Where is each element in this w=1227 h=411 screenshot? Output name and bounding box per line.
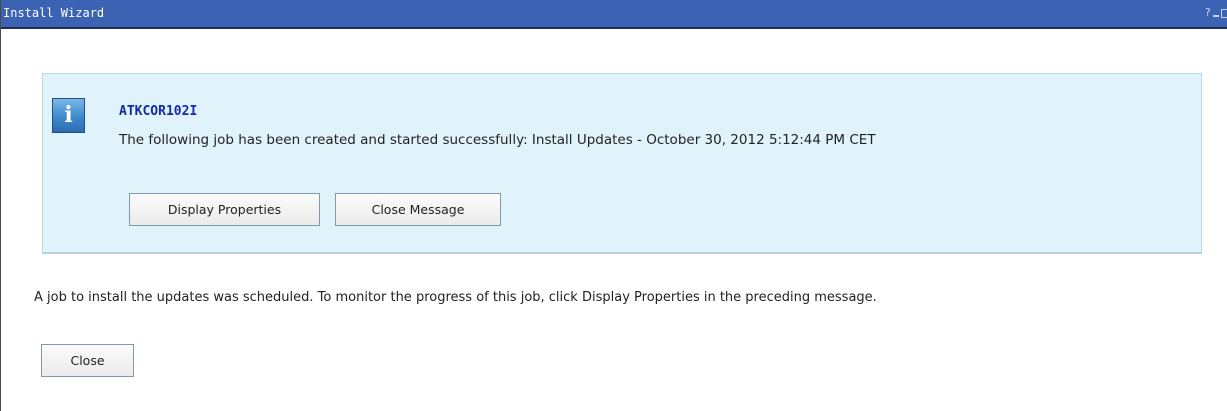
display-properties-button[interactable]: Display Properties xyxy=(129,193,320,226)
minimize-icon[interactable] xyxy=(1213,15,1219,17)
window-title: Install Wizard xyxy=(3,6,105,20)
job-scheduled-text: A job to install the updates was schedul… xyxy=(34,290,877,305)
message-code: ATKCOR102I xyxy=(119,104,198,119)
close-button[interactable]: Close xyxy=(41,344,134,377)
install-wizard-window: Install Wizard ? i ATKCOR102I The follow… xyxy=(0,0,1227,411)
info-message-box: i ATKCOR102I The following job has been … xyxy=(42,73,1202,254)
message-text: The following job has been created and s… xyxy=(119,132,876,148)
title-bar: Install Wizard ? xyxy=(1,0,1227,29)
maximize-icon[interactable] xyxy=(1221,8,1227,18)
help-icon[interactable]: ? xyxy=(1204,6,1211,20)
close-message-button[interactable]: Close Message xyxy=(335,193,501,226)
window-controls: ? xyxy=(1204,6,1227,20)
info-icon: i xyxy=(52,98,85,133)
